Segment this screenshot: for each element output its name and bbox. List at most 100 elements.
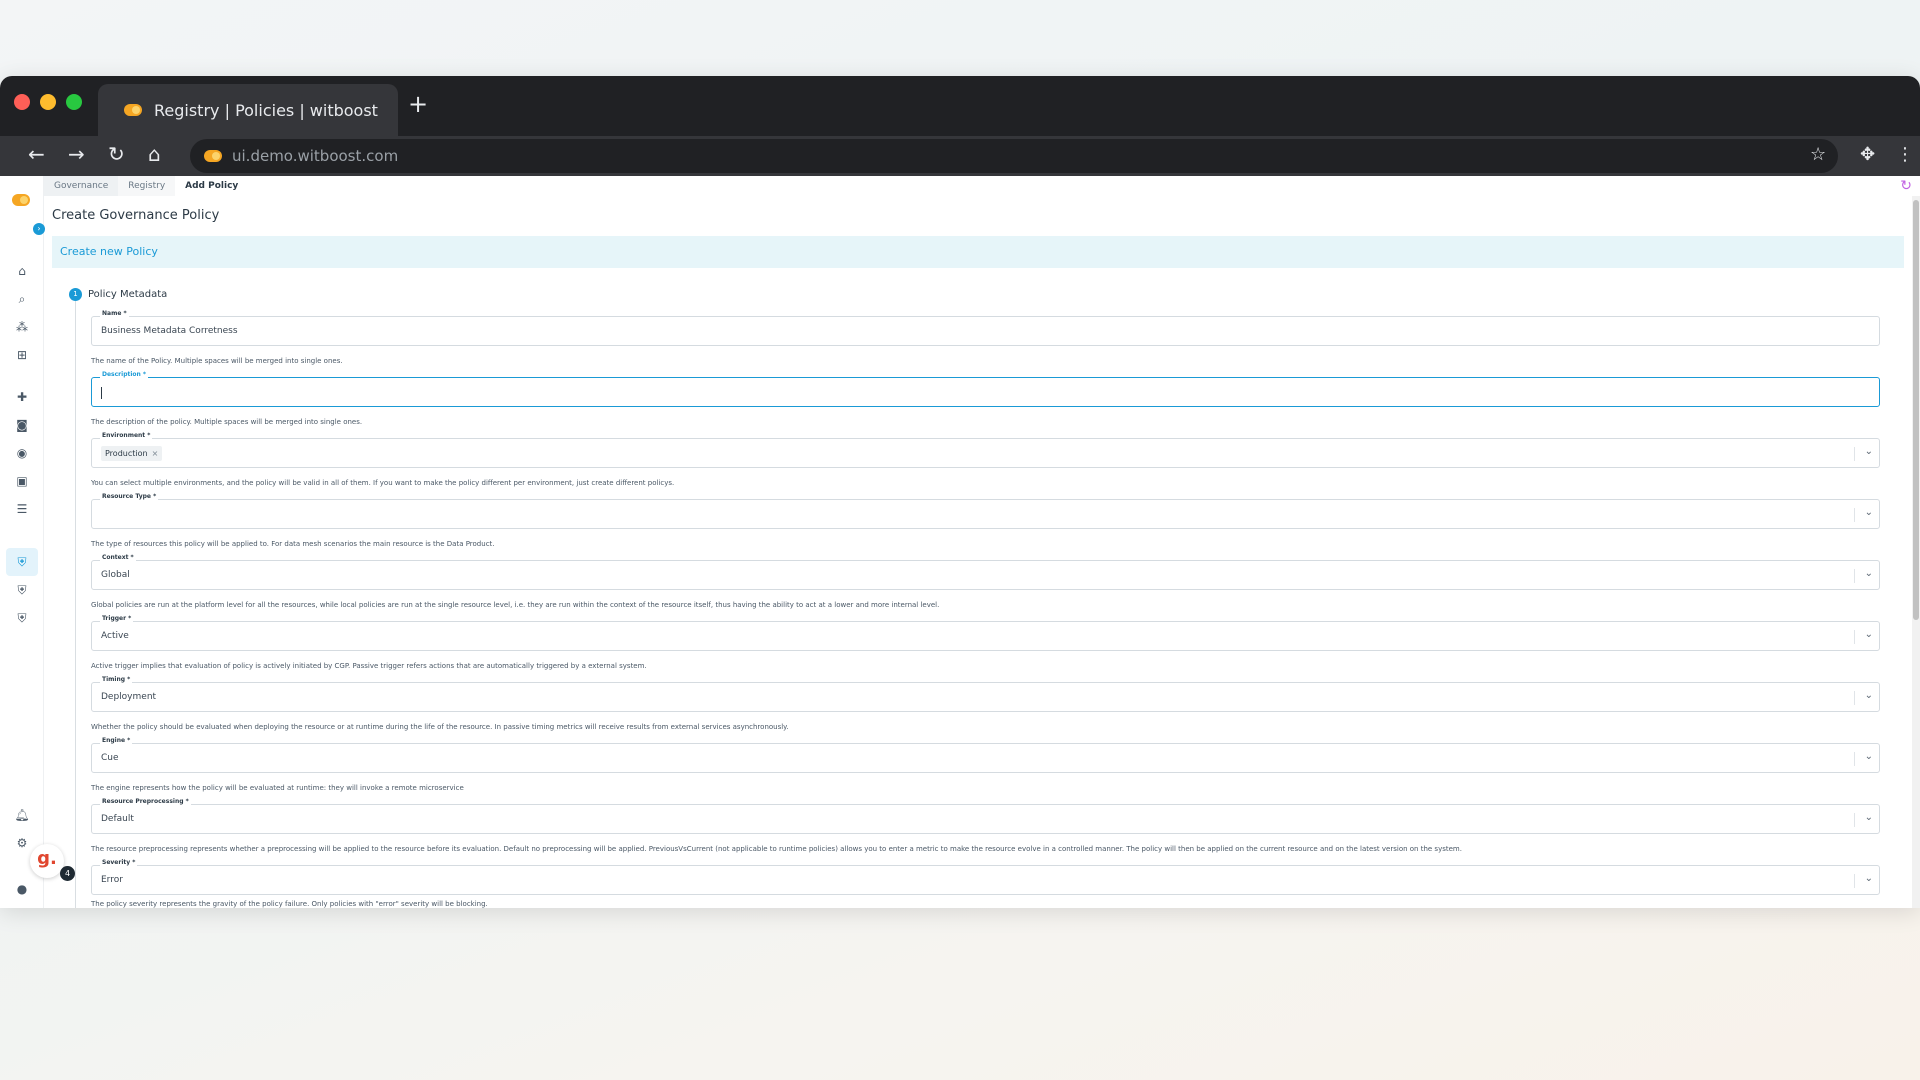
select-separator bbox=[1854, 447, 1855, 461]
expand-sidebar-icon[interactable]: › bbox=[33, 223, 45, 235]
context-label: Context * bbox=[100, 554, 136, 561]
search-icon[interactable]: ⌕ bbox=[13, 290, 31, 308]
name-help: The name of the Policy. Multiple spaces … bbox=[91, 357, 343, 365]
settings-gear-icon[interactable]: ⚙ bbox=[13, 834, 31, 852]
site-logo-icon bbox=[204, 150, 222, 162]
notification-bell-icon[interactable]: 🔔︎ bbox=[13, 806, 31, 824]
chip-remove-icon[interactable]: × bbox=[152, 446, 159, 461]
marketplace-icon[interactable]: ⁂ bbox=[13, 318, 31, 336]
resource-preprocessing-value: Default bbox=[101, 814, 134, 824]
close-window-button[interactable] bbox=[14, 94, 30, 110]
tab-bar: Registry | Policies | witboost + bbox=[0, 76, 1920, 136]
select-separator bbox=[1854, 752, 1855, 766]
trigger-help: Active trigger implies that evaluation o… bbox=[91, 662, 647, 670]
severity-select[interactable]: Severity * Error ⌄ bbox=[91, 859, 1880, 895]
app-logo-icon[interactable] bbox=[12, 194, 30, 206]
builder-icon[interactable]: ✚ bbox=[13, 388, 31, 406]
chevron-down-icon[interactable]: ⌄ bbox=[1865, 873, 1873, 884]
window-controls bbox=[14, 94, 82, 110]
refresh-icon[interactable]: ↻ bbox=[1900, 178, 1912, 194]
address-bar[interactable]: ui.demo.witboost.com bbox=[190, 139, 1838, 173]
security-shield-icon[interactable]: ⛨ bbox=[13, 609, 31, 627]
step-number-badge: 1 bbox=[69, 288, 82, 301]
page-title: Create Governance Policy bbox=[52, 208, 220, 223]
chevron-down-icon[interactable]: ⌄ bbox=[1865, 751, 1873, 762]
select-separator bbox=[1854, 813, 1855, 827]
engine-select[interactable]: Engine * Cue ⌄ bbox=[91, 737, 1880, 773]
resource-preprocessing-help: The resource preprocessing represents wh… bbox=[91, 845, 1462, 853]
scrollbar-thumb[interactable] bbox=[1913, 200, 1919, 620]
extensions-icon[interactable]: ✥ bbox=[1860, 144, 1875, 165]
severity-help: The policy severity represents the gravi… bbox=[91, 900, 488, 908]
avatar[interactable]: ● bbox=[13, 880, 31, 898]
governance-shield-icon[interactable]: ⛨ bbox=[13, 553, 31, 571]
chevron-down-icon[interactable]: ⌄ bbox=[1865, 568, 1873, 579]
name-label: Name * bbox=[100, 310, 129, 317]
resource-type-select[interactable]: Resource Type * ⌄ bbox=[91, 493, 1880, 529]
select-separator bbox=[1854, 691, 1855, 705]
description-label: Description * bbox=[100, 371, 149, 378]
panel-title: Create new Policy bbox=[52, 236, 1904, 268]
context-select[interactable]: Context * Global ⌄ bbox=[91, 554, 1880, 590]
chevron-down-icon[interactable]: ⌄ bbox=[1865, 812, 1873, 823]
trigger-select[interactable]: Trigger * Active ⌄ bbox=[91, 615, 1880, 651]
engine-help: The engine represents how the policy wil… bbox=[91, 784, 464, 792]
severity-label: Severity * bbox=[100, 859, 138, 866]
select-separator bbox=[1854, 508, 1855, 522]
engine-value: Cue bbox=[101, 753, 119, 763]
lineage-icon[interactable]: ⊞ bbox=[13, 346, 31, 364]
breadcrumb: Governance Registry Add Policy bbox=[44, 176, 249, 196]
select-separator bbox=[1854, 569, 1855, 583]
forward-icon[interactable]: → bbox=[68, 142, 85, 166]
chevron-down-icon[interactable]: ⌄ bbox=[1865, 507, 1873, 518]
resource-type-label: Resource Type * bbox=[100, 493, 159, 500]
minimize-window-button[interactable] bbox=[40, 94, 56, 110]
name-value: Business Metadata Corretness bbox=[101, 326, 238, 336]
target-icon[interactable]: ◉ bbox=[13, 444, 31, 462]
database-icon[interactable]: ◙ bbox=[13, 416, 31, 434]
assistant-widget-button[interactable]: g. bbox=[30, 844, 64, 878]
step-label[interactable]: Policy Metadata bbox=[88, 288, 167, 301]
witboost-logo-icon bbox=[124, 104, 142, 116]
browser-tab[interactable]: Registry | Policies | witboost bbox=[98, 84, 398, 136]
assistant-widget-count-badge: 4 bbox=[60, 866, 75, 881]
description-help: The description of the policy. Multiple … bbox=[91, 418, 363, 426]
chip-label: Production bbox=[105, 449, 148, 458]
url-text: ui.demo.witboost.com bbox=[232, 147, 399, 165]
timing-help: Whether the policy should be evaluated w… bbox=[91, 723, 789, 731]
resource-preprocessing-select[interactable]: Resource Preprocessing * Default ⌄ bbox=[91, 798, 1880, 834]
timing-value: Deployment bbox=[101, 692, 157, 702]
chevron-down-icon[interactable]: ⌄ bbox=[1865, 446, 1873, 457]
environment-label: Environment * bbox=[100, 432, 153, 439]
browser-window: Registry | Policies | witboost + ← → ↻ ⌂… bbox=[0, 76, 1920, 908]
registry-icon[interactable]: ▣ bbox=[13, 472, 31, 490]
new-tab-button[interactable]: + bbox=[408, 90, 428, 118]
engine-label: Engine * bbox=[100, 737, 133, 744]
assistant-widget-letter: g. bbox=[37, 848, 57, 869]
back-icon[interactable]: ← bbox=[28, 142, 45, 166]
home-icon[interactable]: ⌂ bbox=[13, 262, 31, 280]
stepper-connector bbox=[75, 298, 76, 908]
list-icon[interactable]: ☰ bbox=[13, 500, 31, 518]
chevron-down-icon[interactable]: ⌄ bbox=[1865, 629, 1873, 640]
chevron-down-icon[interactable]: ⌄ bbox=[1865, 690, 1873, 701]
trigger-label: Trigger * bbox=[100, 615, 134, 622]
reload-icon[interactable]: ↻ bbox=[108, 142, 125, 166]
environment-chip[interactable]: Production × bbox=[101, 446, 163, 461]
breadcrumb-registry[interactable]: Registry bbox=[118, 176, 176, 196]
maximize-window-button[interactable] bbox=[66, 94, 82, 110]
star-icon[interactable]: ☆ bbox=[1810, 144, 1826, 165]
name-field[interactable]: Name * Business Metadata Corretness bbox=[91, 310, 1880, 346]
select-separator bbox=[1854, 630, 1855, 644]
environment-select[interactable]: Environment * Production × ⌄ bbox=[91, 432, 1880, 468]
home-icon[interactable]: ⌂ bbox=[148, 142, 161, 166]
app-content: › ⌂ ⌕ ⁂ ⊞ ✚ ◙ ◉ ▣ ☰ ⛨ ⛨ ⛨ 🔔︎ ⚙ ● Governa… bbox=[0, 176, 1920, 908]
description-field[interactable]: Description * bbox=[91, 371, 1880, 407]
severity-value: Error bbox=[101, 875, 123, 885]
policy-shield-icon[interactable]: ⛨ bbox=[13, 581, 31, 599]
menu-icon[interactable]: ⋮ bbox=[1896, 144, 1914, 165]
breadcrumb-governance[interactable]: Governance bbox=[44, 176, 119, 196]
select-separator bbox=[1854, 874, 1855, 888]
timing-select[interactable]: Timing * Deployment ⌄ bbox=[91, 676, 1880, 712]
page-scrollbar[interactable] bbox=[1912, 196, 1920, 908]
